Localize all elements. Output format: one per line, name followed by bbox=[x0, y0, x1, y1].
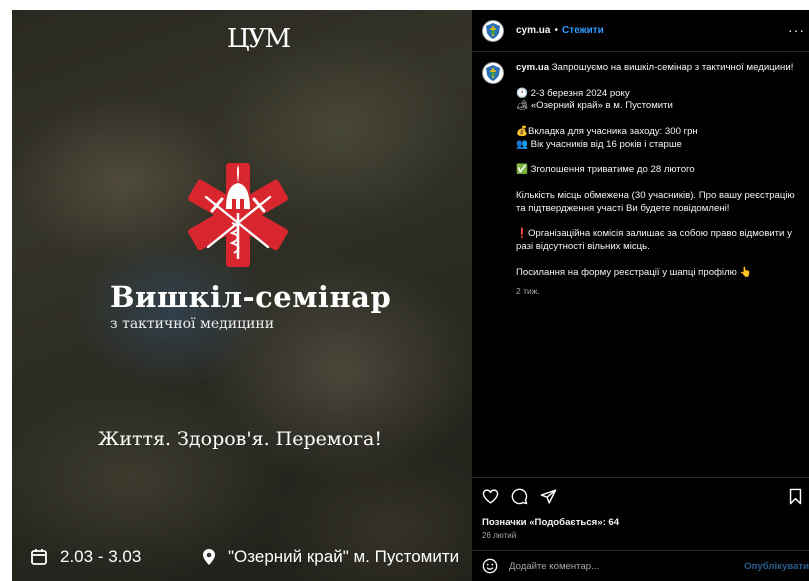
caption-line: 🏕 «Озерний край» в м. Пустомити bbox=[516, 100, 673, 112]
organization-logo-icon bbox=[486, 22, 500, 39]
heart-icon[interactable] bbox=[482, 488, 499, 505]
comment-input[interactable] bbox=[509, 560, 709, 572]
likes-count[interactable]: Позначки «Подобається»: 64 bbox=[482, 517, 619, 528]
caption-body: cym.ua Запрошуємо на вишкіл-семінар з та… bbox=[516, 62, 796, 298]
caption-line: 👥 Вік учасників від 16 років і старше bbox=[516, 138, 682, 150]
post-title: Вишкіл-семінар bbox=[110, 280, 392, 314]
event-place: "Озерний край" м. Пустомити bbox=[202, 547, 459, 567]
caption-line: ❗Організаційна комісія залишає за собою … bbox=[516, 228, 792, 253]
caption-line: Посилання на форму реєстрації у шапці пр… bbox=[516, 266, 752, 278]
brand-logo: ЦУМ bbox=[227, 24, 291, 54]
follow-button[interactable]: Стежити bbox=[562, 25, 604, 36]
caption-line: Запрошуємо на вишкіл-семінар з тактичної… bbox=[551, 62, 794, 73]
post-actions: Позначки «Подобається»: 64 26 лютий bbox=[472, 477, 809, 550]
caption-line: 💰Вкладка для учасника заходу: 300 грн bbox=[516, 125, 698, 137]
caption-line: Кількість місць обмежена (30 учасників).… bbox=[516, 189, 795, 214]
caption-timestamp[interactable]: 2 тиж. bbox=[516, 285, 796, 298]
post-date: 26 лютий bbox=[482, 531, 517, 540]
more-horizontal-icon[interactable]: ··· bbox=[788, 22, 805, 38]
post-image[interactable]: ЦУМ Вишкіл-семінар з тактичної медицини … bbox=[12, 10, 472, 581]
post-header: cym.ua • Стежити ··· bbox=[472, 10, 809, 52]
header-username[interactable]: cym.ua bbox=[516, 25, 550, 36]
avatar[interactable] bbox=[482, 62, 504, 84]
publish-button[interactable]: Опублікувати bbox=[744, 561, 809, 572]
caption-line: ✅ Зголошення триватиме до 28 лютого bbox=[516, 164, 695, 176]
caption-line: 🕐 2-3 березня 2024 року bbox=[516, 87, 630, 99]
location-pin-icon bbox=[202, 548, 216, 566]
emoji-icon[interactable] bbox=[482, 558, 498, 574]
caption-username[interactable]: cym.ua bbox=[516, 62, 549, 73]
header-separator: • bbox=[554, 25, 558, 36]
tactical-medicine-emblem-icon bbox=[188, 163, 288, 267]
post-caption: cym.ua Запрошуємо на вишкіл-семінар з та… bbox=[482, 62, 802, 298]
bookmark-icon[interactable] bbox=[788, 488, 803, 505]
post-subtitle: з тактичної медицини bbox=[110, 316, 275, 332]
organization-logo-icon bbox=[486, 65, 500, 81]
instagram-post-modal: ЦУМ Вишкіл-семінар з тактичної медицини … bbox=[12, 10, 809, 581]
share-icon[interactable] bbox=[540, 488, 557, 505]
event-place-text: "Озерний край" м. Пустомити bbox=[228, 547, 460, 566]
event-dates: 2.03 - 3.03 bbox=[30, 547, 141, 567]
event-dates-text: 2.03 - 3.03 bbox=[60, 547, 142, 566]
post-side-panel: cym.ua • Стежити ··· cym.ua Запрошуємо н… bbox=[472, 10, 809, 581]
comment-bar: Опублікувати bbox=[472, 550, 809, 581]
calendar-icon bbox=[30, 548, 48, 566]
comment-icon[interactable] bbox=[511, 488, 528, 505]
avatar[interactable] bbox=[482, 19, 504, 42]
post-slogan: Життя. Здоров'я. Перемога! bbox=[98, 428, 383, 450]
